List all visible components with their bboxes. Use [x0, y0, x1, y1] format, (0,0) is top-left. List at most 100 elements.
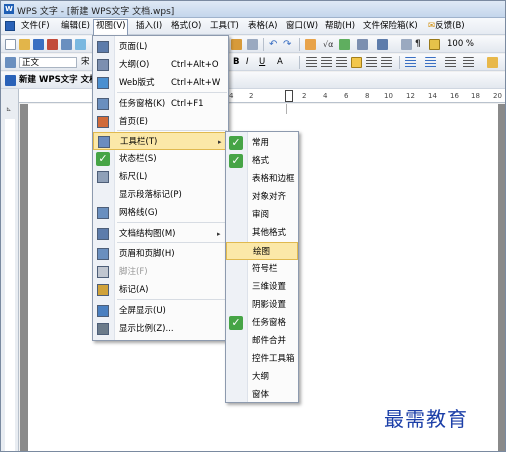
menu-insert[interactable]: 插入(I)	[134, 20, 164, 33]
open-folder-icon[interactable]	[19, 39, 30, 50]
margin-corner	[286, 104, 287, 114]
view-menu-item[interactable]: 标尺(L)	[93, 168, 228, 186]
toolbar-submenu-item[interactable]: 阴影设置	[226, 296, 298, 314]
view-menu-item[interactable]: 页面(L)	[93, 38, 228, 56]
font-color-icon[interactable]: A	[277, 57, 283, 68]
bullets-icon[interactable]	[425, 57, 436, 68]
view-menu-item[interactable]: 首页(E)	[93, 113, 228, 131]
save-icon[interactable]	[33, 39, 44, 50]
menu-bar: 文件(F) 编辑(E) 视图(V) 插入(I) 格式(O) 工具(T) 表格(A…	[1, 18, 505, 35]
view-menu-item[interactable]: ✓ 状态栏(S)	[93, 150, 228, 168]
justify-icon[interactable]	[351, 57, 362, 68]
document-icon[interactable]	[5, 21, 15, 31]
menu-file[interactable]: 文件(F)	[19, 20, 52, 33]
toolbar-submenu-label: 其他格式	[252, 228, 287, 238]
numbering-icon[interactable]	[405, 57, 416, 68]
toolbar-submenu-item[interactable]: ✓ 常用	[226, 134, 298, 152]
menu-feedback[interactable]: ✉反馈(B)	[426, 20, 467, 33]
toolbar-submenu-label: 三维设置	[252, 282, 287, 292]
task-pane-icon	[97, 98, 109, 110]
decrease-indent-icon[interactable]	[445, 57, 456, 68]
menu-help[interactable]: 帮助(H)	[323, 20, 357, 33]
italic-icon[interactable]: I	[246, 57, 249, 68]
view-menu-item[interactable]: 网格线(G)	[93, 204, 228, 222]
view-menu-item[interactable]: 全屏显示(U)	[93, 302, 228, 320]
line-spacing-icon[interactable]	[381, 57, 392, 68]
columns-icon[interactable]	[357, 39, 368, 50]
toolbar-submenu-item[interactable]: 审阅	[226, 206, 298, 224]
align-left-icon[interactable]	[306, 57, 317, 68]
fullscreen-icon	[97, 305, 109, 317]
view-menu-item[interactable]: 脚注(F)	[93, 263, 228, 281]
view-menu-item[interactable]: 显示段落标记(P)	[93, 186, 228, 204]
view-menu-label: 任务窗格(K)	[119, 99, 166, 109]
view-menu-item[interactable]: Web版式 Ctrl+Alt+W	[93, 74, 228, 92]
document-tab-bar: 新建 WPS文字 文档	[1, 72, 505, 89]
submenu-arrow-icon: ▸	[218, 138, 222, 146]
view-menu-item[interactable]: 标记(A)	[93, 281, 228, 299]
align-right-icon[interactable]	[336, 57, 347, 68]
distributed-icon[interactable]	[366, 57, 377, 68]
submenu-arrow-icon: ▸	[217, 230, 221, 238]
grid-icon	[97, 207, 109, 219]
toolbar-submenu-item[interactable]: 其他格式	[226, 224, 298, 242]
undo-icon[interactable]: ↶	[269, 39, 280, 50]
toolbar-icon	[98, 136, 110, 148]
view-menu-item[interactable]: 工具栏(T) ▸	[93, 132, 228, 150]
bold-icon[interactable]: B	[233, 57, 239, 68]
toolbar-submenu-item[interactable]: ✓ 格式	[226, 152, 298, 170]
toolbar-submenu-item[interactable]: ✓ 任务窗格	[226, 314, 298, 332]
toolbar-submenu-label: 大纲	[252, 372, 270, 382]
style-select[interactable]: 正文	[19, 57, 77, 68]
toolbar-submenu-item[interactable]: 符号栏	[226, 260, 298, 278]
title-bar: W WPS 文字 - [新建 WPS文字 文档.wps]	[1, 1, 505, 18]
toolbar-submenu-item[interactable]: 三维设置	[226, 278, 298, 296]
format-painter-icon[interactable]	[231, 39, 242, 50]
menu-view[interactable]: 视图(V)	[93, 19, 129, 35]
export-pdf-icon[interactable]	[47, 39, 58, 50]
menu-file-safe[interactable]: 文件保险箱(K)	[361, 20, 420, 33]
indent-marker[interactable]	[285, 90, 293, 102]
document-tab[interactable]: 新建 WPS文字 文档	[19, 75, 98, 86]
toolbar-submenu-label: 对象对齐	[252, 192, 287, 202]
print-icon[interactable]	[61, 39, 72, 50]
insert-table-icon[interactable]	[305, 39, 316, 50]
formula-icon[interactable]: √α	[323, 39, 334, 50]
columns-layout-icon[interactable]	[377, 39, 388, 50]
new-doc-icon[interactable]	[5, 39, 16, 50]
toolbar-submenu-item[interactable]: 表格和边框	[226, 170, 298, 188]
view-menu-item[interactable]: 显示比例(Z)...	[93, 320, 228, 338]
align-center-icon[interactable]	[321, 57, 332, 68]
view-menu-label: 标尺(L)	[119, 172, 148, 182]
check-icon: ✓	[229, 154, 243, 168]
view-menu-item[interactable]: 大纲(O) Ctrl+Alt+O	[93, 56, 228, 74]
menu-window[interactable]: 窗口(W)	[284, 20, 320, 33]
increase-indent-icon[interactable]	[463, 57, 474, 68]
preview-icon[interactable]	[75, 39, 86, 50]
toolbar-submenu-item[interactable]: 对象对齐	[226, 188, 298, 206]
toolbar-submenu-item[interactable]: 窗体	[226, 386, 298, 404]
menu-separator	[117, 222, 227, 223]
insert-picture-icon[interactable]	[339, 39, 350, 50]
view-menu-item[interactable]: 页眉和页脚(H)	[93, 245, 228, 263]
view-menu-item[interactable]: 任务窗格(K) Ctrl+F1	[93, 95, 228, 113]
toolbar-submenu-item[interactable]: 绘图	[226, 242, 298, 260]
redo-icon[interactable]: ↷	[283, 39, 294, 50]
toolbar-submenu-label: 阴影设置	[252, 300, 287, 310]
zoom-fit-icon[interactable]	[429, 39, 440, 50]
page-setup-icon[interactable]	[401, 39, 412, 50]
toolbar-submenu-item[interactable]: 邮件合并	[226, 332, 298, 350]
menu-edit[interactable]: 编辑(E)	[59, 20, 92, 33]
markup-icon	[97, 284, 109, 296]
menu-tools[interactable]: 工具(T)	[208, 20, 241, 33]
menu-format[interactable]: 格式(O)	[169, 20, 203, 33]
highlight-pen-icon[interactable]	[487, 57, 498, 68]
paragraph-mark-icon[interactable]: ¶	[415, 39, 426, 50]
clear-format-icon[interactable]	[247, 39, 258, 50]
toolbar-submenu-item[interactable]: 控件工具箱	[226, 350, 298, 368]
menu-table[interactable]: 表格(A)	[246, 20, 279, 33]
underline-icon[interactable]: U	[259, 57, 265, 68]
view-menu-item[interactable]: 文档结构图(M) ▸	[93, 225, 228, 243]
zoom-level[interactable]: 100 %	[447, 39, 474, 50]
toolbar-submenu-item[interactable]: 大纲	[226, 368, 298, 386]
